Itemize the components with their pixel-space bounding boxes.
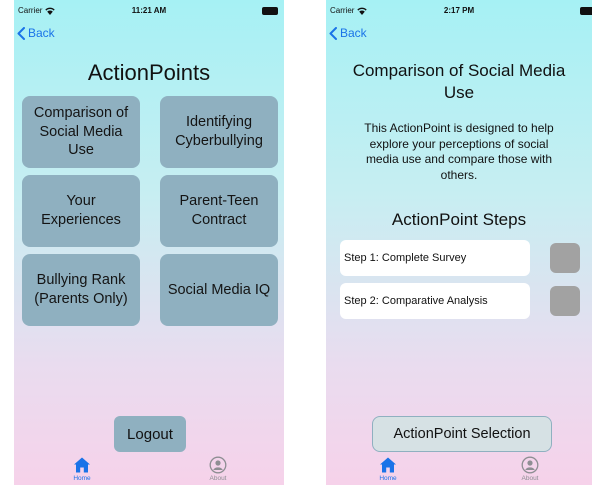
person-circle-icon	[209, 456, 227, 474]
back-button[interactable]: Back	[329, 26, 367, 40]
tab-home-label: Home	[379, 475, 397, 482]
page-title: Comparison of Social Media Use	[352, 61, 566, 103]
page-title: ActionPoints	[87, 60, 211, 85]
tab-bar: Home About	[14, 452, 284, 485]
bullying-rank-button[interactable]: Bullying Rank (Parents Only)	[22, 254, 140, 326]
step-1-status-box[interactable]	[550, 243, 580, 273]
actionpoints-screen: Carrier 11:21 AM Back ActionPoints Compa…	[14, 0, 284, 485]
identifying-cyberbullying-button[interactable]: Identifying Cyberbullying	[160, 96, 278, 168]
house-icon	[74, 457, 90, 473]
status-bar: Carrier 11:21 AM	[14, 6, 284, 18]
actionpoint-detail-screen: Carrier 2:17 PM Back Comparison of Socia…	[326, 0, 592, 485]
battery-icon	[580, 7, 592, 15]
back-label: Back	[340, 26, 367, 40]
chevron-left-icon	[17, 26, 25, 40]
tab-about-label: About	[209, 475, 227, 482]
step-complete-survey[interactable]: Step 1: Complete Survey	[340, 240, 530, 276]
parent-teen-contract-button[interactable]: Parent-Teen Contract	[160, 175, 278, 247]
clock: 2:17 PM	[443, 6, 475, 15]
house-icon	[380, 457, 396, 473]
tab-about[interactable]: About	[188, 456, 248, 482]
social-media-iq-button[interactable]: Social Media IQ	[160, 254, 278, 326]
your-experiences-button[interactable]: Your Experiences	[22, 175, 140, 247]
comparison-social-media-button[interactable]: Comparison of Social Media Use	[22, 96, 140, 168]
back-label: Back	[28, 26, 55, 40]
actionpoint-selection-button[interactable]: ActionPoint Selection	[372, 416, 552, 452]
tab-home-label: Home	[73, 475, 91, 482]
back-button[interactable]: Back	[17, 26, 55, 40]
tab-home[interactable]: Home	[358, 456, 418, 482]
description-text: This ActionPoint is designed to help exp…	[364, 121, 554, 182]
step-2-status-box[interactable]	[550, 286, 580, 316]
tab-bar: Home About	[326, 452, 592, 485]
status-bar: Carrier 2:17 PM	[326, 6, 592, 18]
step-comparative-analysis[interactable]: Step 2: Comparative Analysis	[340, 283, 530, 319]
tab-about-label: About	[521, 475, 539, 482]
tab-home[interactable]: Home	[52, 456, 112, 482]
chevron-left-icon	[329, 26, 337, 40]
logout-button[interactable]: Logout	[114, 416, 186, 452]
battery-icon	[262, 7, 278, 15]
tab-about[interactable]: About	[500, 456, 560, 482]
person-circle-icon	[521, 456, 539, 474]
steps-heading: ActionPoint Steps	[391, 210, 527, 229]
clock: 11:21 AM	[131, 6, 167, 15]
